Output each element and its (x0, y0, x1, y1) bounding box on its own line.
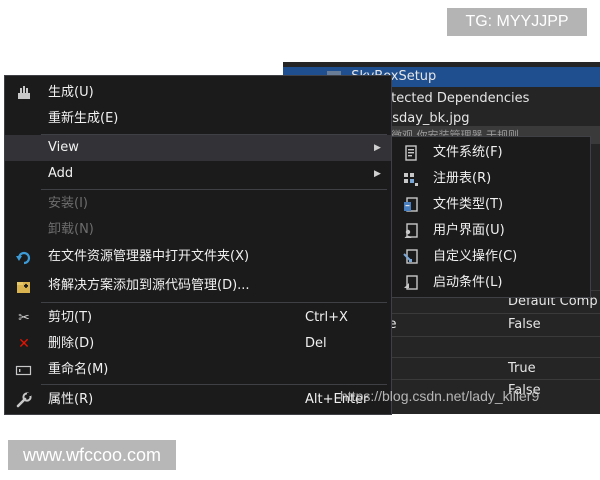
view-submenu: 文件系统(F) 注册表(R) 文件类型(T) 用户界面(U) 自定义操作(C) … (391, 136, 591, 298)
submenu-arrow-icon: ▶ (374, 169, 381, 179)
submenu-item-user-interface[interactable]: 用户界面(U) (392, 218, 590, 244)
menu-item-label: 重命名(M) (48, 362, 109, 377)
file-system-icon (402, 144, 420, 162)
menu-separator (41, 302, 387, 303)
menu-item-uninstall: 卸载(N) (5, 217, 391, 243)
user-interface-icon (402, 222, 420, 240)
open-folder-icon (15, 248, 33, 266)
shortcut-text: Del (305, 336, 327, 351)
menu-item-view[interactable]: View ▶ (5, 135, 391, 161)
menu-item-cut[interactable]: ✂ 剪切(T) Ctrl+X (5, 305, 391, 331)
submenu-item-registry[interactable]: 注册表(R) (392, 166, 590, 192)
menu-item-add-source-control[interactable]: 将解决方案添加到源代码管理(D)... (5, 273, 391, 299)
menu-item-label: 安装(I) (48, 196, 88, 211)
menu-item-open-in-explorer[interactable]: 在文件资源管理器中打开文件夹(X) (5, 244, 391, 270)
custom-actions-icon (402, 248, 420, 266)
menu-item-label: 剪切(T) (48, 310, 93, 325)
submenu-item-launch-conditions[interactable]: 启动条件(L) (392, 270, 590, 296)
menu-item-label: View (48, 140, 79, 155)
launch-conditions-icon (402, 274, 420, 292)
submenu-arrow-icon: ▶ (374, 143, 381, 153)
file-types-icon (402, 196, 420, 214)
delete-icon: ✕ (18, 336, 30, 352)
menu-item-properties[interactable]: 属性(R) Alt+Enter (5, 387, 391, 413)
menu-item-label: Add (48, 166, 74, 181)
wrench-icon (15, 391, 33, 409)
submenu-item-label: 启动条件(L) (433, 275, 503, 290)
menu-item-delete[interactable]: ✕ 删除(D) Del (5, 331, 391, 357)
menu-item-label: 卸载(N) (48, 222, 94, 237)
submenu-item-label: 自定义操作(C) (433, 249, 518, 264)
submenu-item-file-types[interactable]: 文件类型(T) (392, 192, 590, 218)
submenu-item-label: 文件类型(T) (433, 197, 504, 212)
menu-item-label: 将解决方案添加到源代码管理(D)... (48, 278, 250, 293)
site-watermark: www.wfccoo.com (8, 440, 176, 470)
source-control-icon (15, 277, 33, 295)
rename-icon (15, 361, 33, 379)
cut-icon: ✂ (18, 310, 30, 326)
csdn-watermark: https://blog.csdn.net/lady_killer9 (340, 388, 540, 404)
menu-item-label: 生成(U) (48, 85, 94, 100)
submenu-item-custom-actions[interactable]: 自定义操作(C) (392, 244, 590, 270)
property-value: False (508, 317, 541, 332)
menu-separator (41, 189, 387, 190)
menu-item-rebuild[interactable]: 重新生成(E) (5, 106, 391, 132)
menu-separator (41, 384, 387, 385)
menu-item-label: 删除(D) (48, 336, 95, 351)
tg-watermark: TG: MYYJJPP (447, 8, 587, 36)
property-value: True (508, 361, 536, 376)
dependencies-label: Detected Dependencies (373, 91, 530, 106)
menu-item-label: 重新生成(E) (48, 111, 119, 126)
menu-item-add[interactable]: Add ▶ (5, 161, 391, 187)
menu-item-install: 安装(I) (5, 191, 391, 217)
build-icon (15, 84, 33, 102)
menu-item-rename[interactable]: 重命名(M) (5, 357, 391, 383)
submenu-item-file-system[interactable]: 文件系统(F) (392, 140, 590, 166)
submenu-item-label: 用户界面(U) (433, 223, 505, 238)
submenu-item-label: 文件系统(F) (433, 145, 503, 160)
registry-icon (402, 170, 420, 188)
menu-item-label: 属性(R) (48, 392, 94, 407)
submenu-item-label: 注册表(R) (433, 171, 492, 186)
menu-item-label: 在文件资源管理器中打开文件夹(X) (48, 249, 250, 264)
shortcut-text: Ctrl+X (305, 310, 348, 325)
menu-item-build[interactable]: 生成(U) (5, 80, 391, 106)
context-menu: 生成(U) 重新生成(E) View ▶ Add ▶ 安装(I) 卸载(N) 在… (4, 75, 392, 415)
